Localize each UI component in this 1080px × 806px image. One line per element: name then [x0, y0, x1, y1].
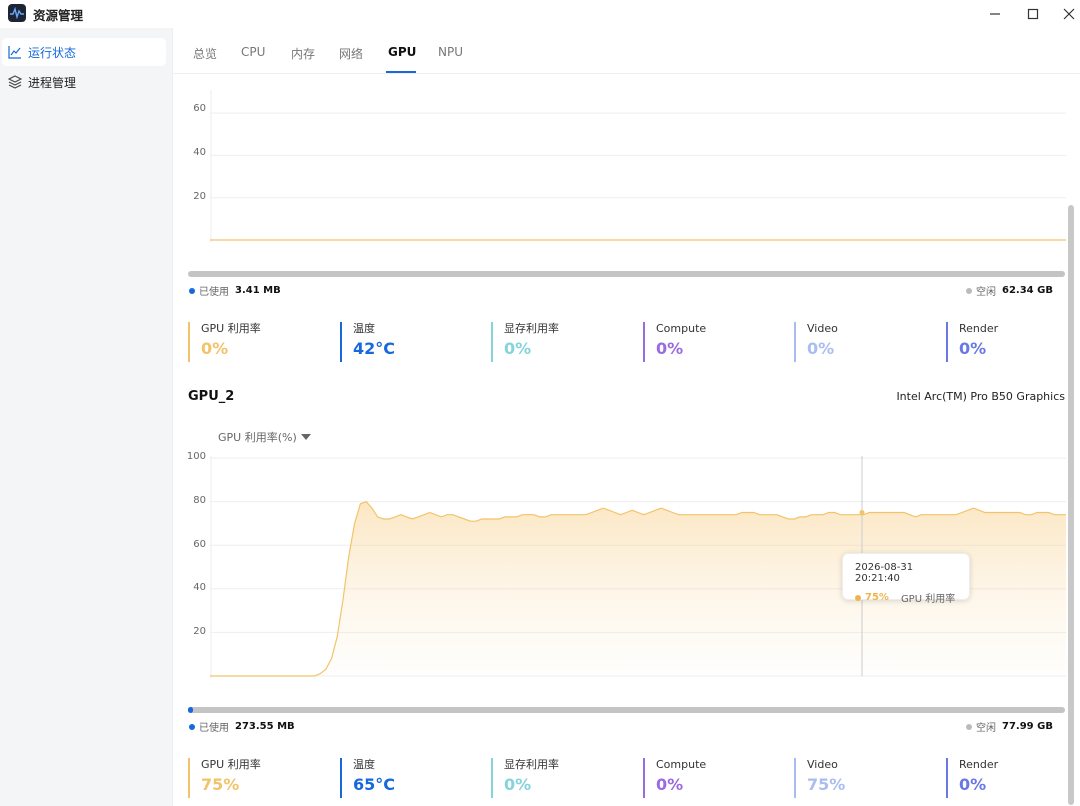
- stat-label: GPU 利用率: [201, 758, 261, 771]
- y-tick-label: 60: [193, 539, 206, 550]
- y-tick-label: 80: [193, 495, 206, 506]
- stat-card: Video 0%: [794, 322, 934, 362]
- maximize-icon[interactable]: [1013, 0, 1053, 28]
- tab-gpu[interactable]: GPU: [388, 45, 416, 59]
- stat-value: 0%: [656, 339, 684, 358]
- title-bar: 资源管理: [0, 0, 1080, 28]
- series-dot: [855, 594, 861, 601]
- stat-label: 温度: [353, 322, 375, 335]
- y-tick-label: 40: [193, 147, 206, 158]
- gpu1-memory-free: 空闲 62.34 GB: [966, 283, 1053, 298]
- gpu2-title: GPU_2: [188, 389, 235, 404]
- y-tick-label: 100: [186, 451, 206, 462]
- gpu2-memory-free: 空闲 77.99 GB: [966, 719, 1053, 734]
- tab-npu[interactable]: NPU: [438, 45, 463, 59]
- sidebar-item-label: 运行状态: [28, 45, 77, 60]
- y-tick-label: 40: [193, 582, 206, 593]
- y-tick-label: 20: [193, 626, 206, 637]
- tooltip-time: 2026-08-31 20:21:40: [855, 562, 914, 584]
- stat-card: Video 75%: [794, 758, 934, 798]
- stat-card: 温度 65°C: [340, 758, 480, 798]
- stat-card: GPU 利用率 75%: [188, 758, 328, 798]
- stat-card: Render 0%: [946, 322, 1080, 362]
- tab-cpu[interactable]: CPU: [241, 45, 265, 59]
- sidebar-item-status[interactable]: 运行状态: [2, 38, 166, 66]
- active-tab-indicator: [386, 71, 416, 73]
- stat-value: 0%: [807, 339, 835, 358]
- chart-tooltip: 2026-08-31 20:21:40 75% GPU 利用率: [842, 553, 970, 605]
- stat-label: Compute: [656, 758, 707, 771]
- stat-value: 65°C: [353, 775, 396, 794]
- free-dot: [966, 723, 972, 730]
- stat-card: Render 0%: [946, 758, 1080, 798]
- stat-label: Video: [807, 758, 838, 771]
- stat-card: GPU 利用率 0%: [188, 322, 328, 362]
- stat-value: 0%: [656, 775, 684, 794]
- stat-label: Compute: [656, 322, 707, 335]
- sidebar-item-label: 进程管理: [28, 75, 77, 90]
- gpu1-memory-used: 已使用 3.41 MB: [189, 283, 281, 298]
- y-tick-label: 60: [193, 103, 206, 114]
- tooltip-series: GPU 利用率: [900, 594, 956, 605]
- memory-used-fill: [188, 707, 194, 713]
- tab-overview[interactable]: 总览: [193, 45, 217, 62]
- stat-value: 0%: [201, 339, 229, 358]
- stat-value: 0%: [959, 775, 987, 794]
- y-tick-label: 20: [193, 191, 206, 202]
- stat-label: Render: [959, 322, 999, 335]
- gpu1-utilization-chart: [210, 90, 1066, 242]
- app-title: 资源管理: [33, 8, 84, 23]
- sidebar: 运行状态 进程管理: [0, 28, 172, 806]
- sidebar-item-processes[interactable]: 进程管理: [2, 68, 166, 96]
- stat-card: Compute 0%: [643, 758, 783, 798]
- layers-icon: [8, 75, 22, 89]
- tab-network[interactable]: 网络: [339, 45, 363, 62]
- stat-label: Video: [807, 322, 838, 335]
- tab-memory[interactable]: 内存: [291, 45, 315, 62]
- stat-card: 显存利用率 0%: [491, 758, 631, 798]
- stat-value: 75%: [201, 775, 240, 794]
- gpu2-memory-bar: [188, 707, 1065, 713]
- metric-select-dropdown[interactable]: GPU 利用率(%): [218, 429, 311, 445]
- line-chart-icon: [8, 45, 22, 59]
- stat-label: 显存利用率: [504, 758, 559, 771]
- used-dot: [189, 287, 195, 294]
- gpu1-memory-bar: [188, 271, 1065, 277]
- stat-value: 0%: [959, 339, 987, 358]
- stat-card: 显存利用率 0%: [491, 322, 631, 362]
- stat-label: 显存利用率: [504, 322, 559, 335]
- chevron-down-icon: [300, 434, 311, 440]
- minimize-icon[interactable]: [975, 0, 1015, 28]
- tab-bar: 总览 CPU 内存 网络 GPU NPU: [173, 28, 1080, 74]
- gpu2-memory-used: 已使用 273.55 MB: [189, 719, 295, 734]
- tooltip-value: 75%: [865, 592, 889, 603]
- stat-value: 42°C: [353, 339, 396, 358]
- stat-value: 75%: [807, 775, 846, 794]
- close-icon[interactable]: [1049, 0, 1080, 28]
- scrollbar[interactable]: [1068, 205, 1074, 805]
- used-dot: [189, 723, 195, 730]
- free-dot: [966, 287, 972, 294]
- stat-card: 温度 42°C: [340, 322, 480, 362]
- stat-label: GPU 利用率: [201, 322, 261, 335]
- gpu2-model: Intel Arc(TM) Pro B50 Graphics: [896, 390, 1065, 403]
- pulse-logo-icon: [8, 4, 26, 22]
- stat-value: 0%: [504, 339, 532, 358]
- stat-label: 温度: [353, 758, 375, 771]
- stat-card: Compute 0%: [643, 322, 783, 362]
- stat-value: 0%: [504, 775, 532, 794]
- stat-label: Render: [959, 758, 999, 771]
- metric-select-label: GPU 利用率(%): [218, 431, 297, 444]
- hover-point: [859, 510, 865, 515]
